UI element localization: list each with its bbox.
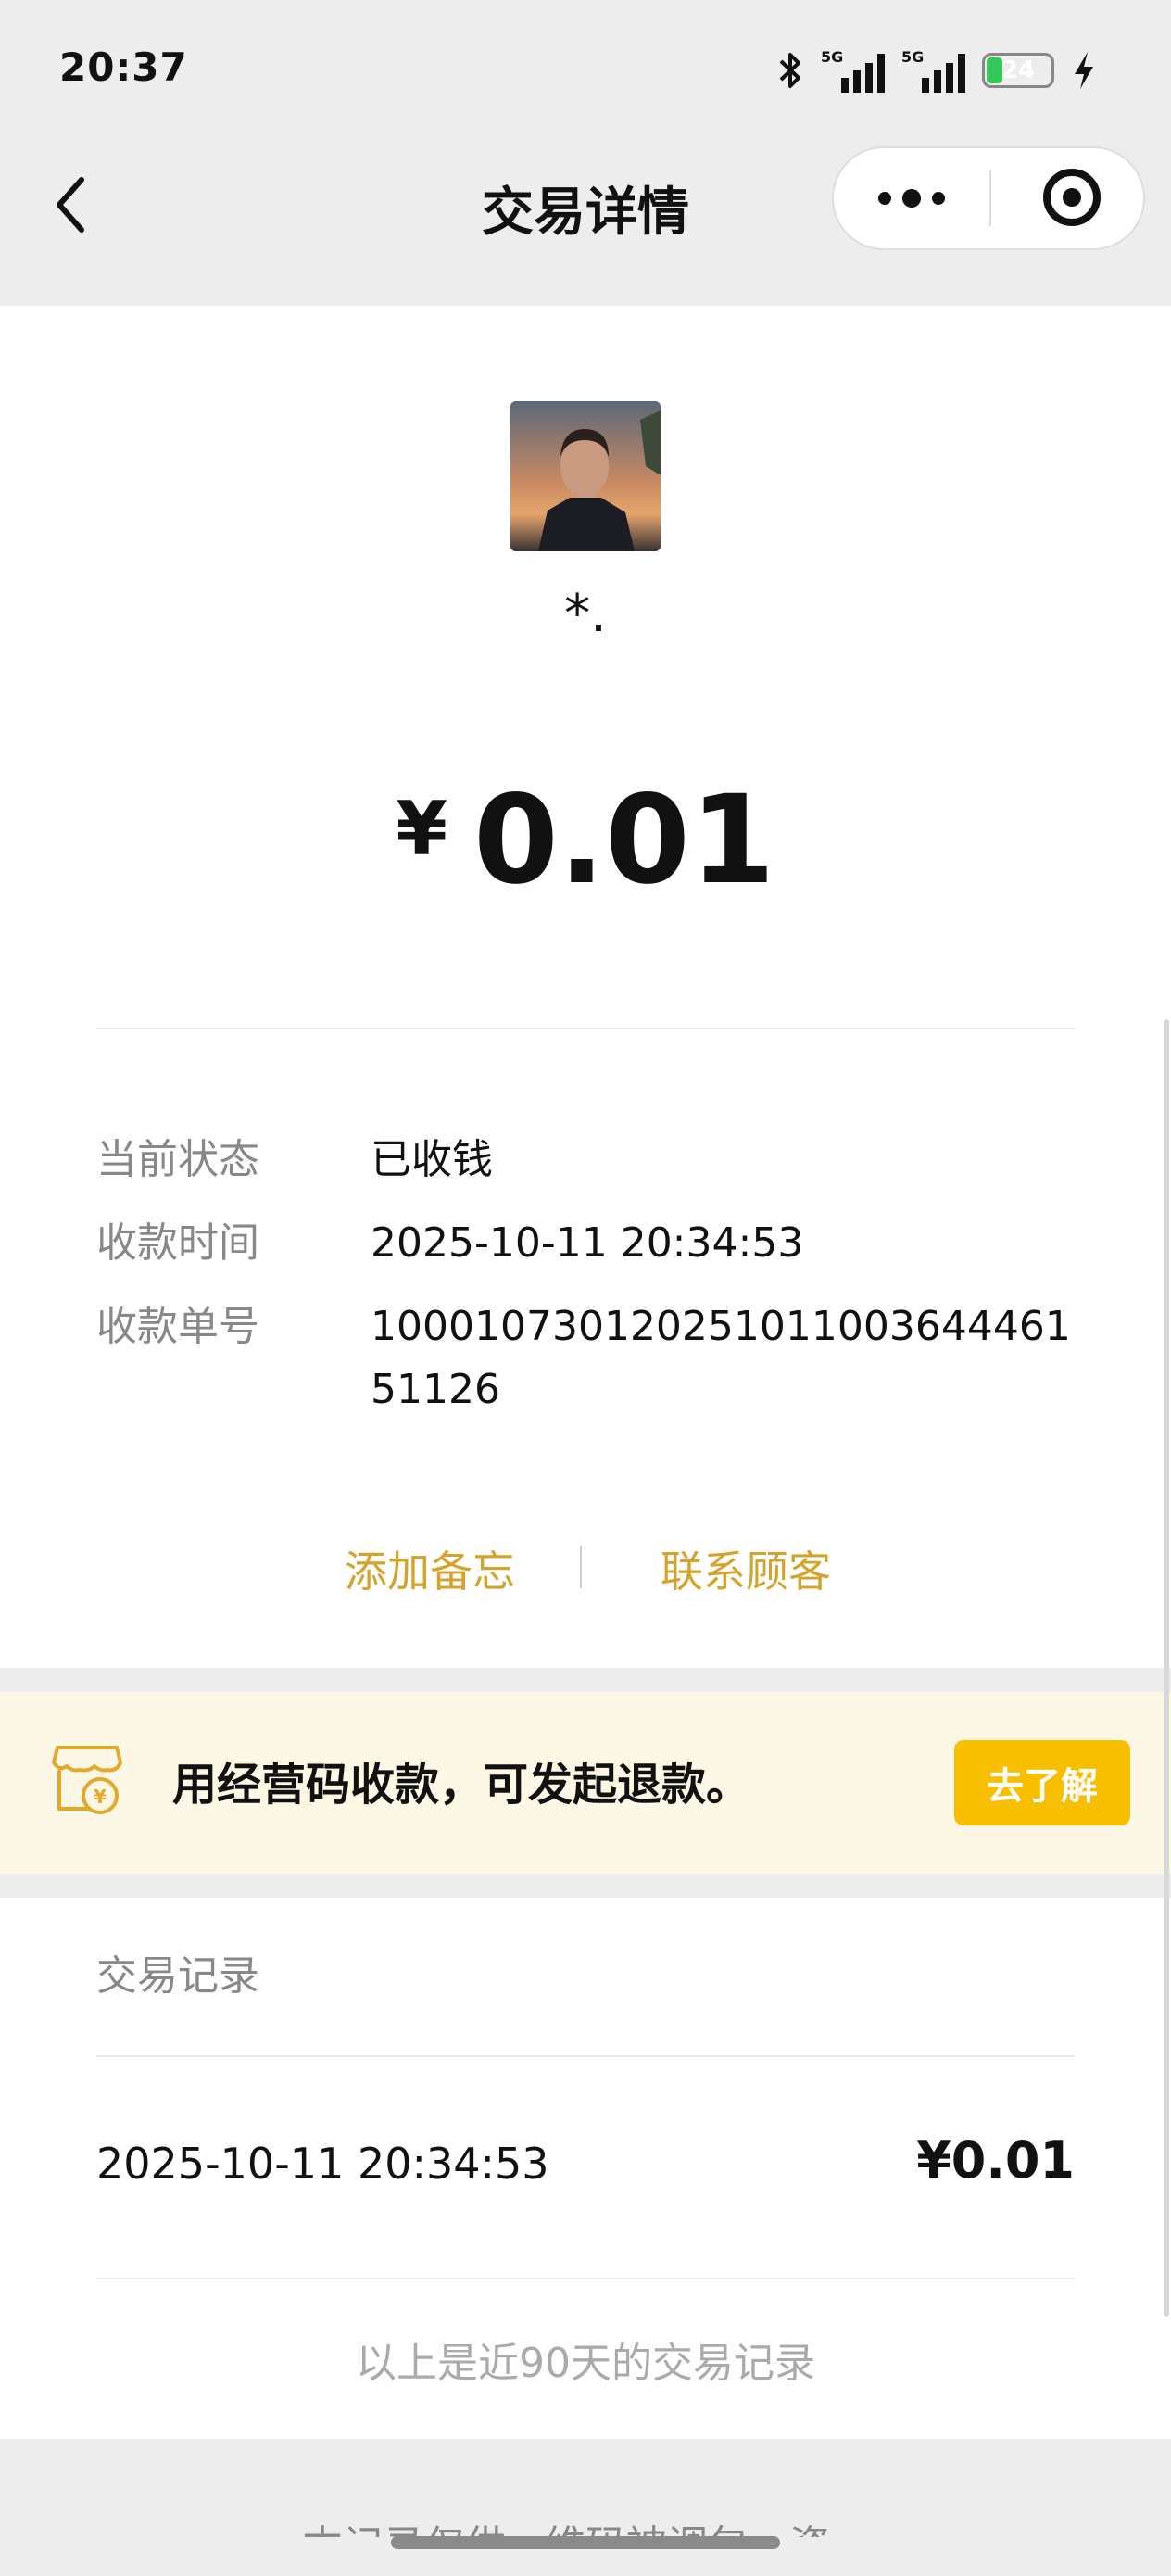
charging-icon	[1075, 52, 1093, 89]
payer-nickname: *.	[564, 584, 607, 644]
promo-text: 用经营码收款，可发起退款。	[172, 1759, 751, 1811]
learn-more-button[interactable]: 去了解	[954, 1740, 1130, 1825]
payment-time-label: 收款时间	[96, 1219, 259, 1267]
records-footer: 以上是近90天的交易记录	[356, 2340, 815, 2387]
order-number-value: 10001073012025101100364446151126	[371, 1303, 1071, 1413]
scrollbar[interactable]	[1164, 1019, 1169, 2317]
signal-icon: 5G	[821, 48, 885, 93]
battery-percent: 24	[1001, 57, 1036, 84]
records-title: 交易记录	[96, 1952, 259, 2000]
more-dots-icon[interactable]	[834, 148, 989, 248]
status-time: 20:37	[59, 44, 188, 90]
order-number-label: 收款单号	[96, 1303, 259, 1350]
transaction-records: 交易记录 2025-10-11 20:34:53 ¥0.01 以上是近90天的交…	[0, 1898, 1171, 2439]
target-circle-icon[interactable]	[1043, 169, 1101, 226]
divider	[96, 1028, 1075, 1029]
avatar	[510, 401, 661, 551]
status-icons: 5G 5G 24	[776, 44, 1097, 96]
status-label: 当前状态	[96, 1136, 259, 1183]
contact-customer-link[interactable]: 联系顾客	[661, 1538, 831, 1599]
network-label: 5G	[821, 48, 844, 66]
record-time: 2025-10-11 20:34:53	[96, 2139, 549, 2189]
status-bar: 20:37 5G 5G 24	[0, 0, 1171, 139]
amount-display: ¥0.01	[0, 769, 1171, 912]
transaction-card: *. ¥0.01 当前状态 已收钱 收款时间 2025-10-11 20:34:…	[0, 306, 1171, 1668]
refund-promo-banner: ¥ 用经营码收款，可发起退款。 去了解	[0, 1692, 1171, 1874]
bottom-notice-partial: 本记录仅供...维码被调包，资...	[0, 2509, 1171, 2537]
nav-bar: 交易详情	[0, 139, 1171, 306]
list-item[interactable]: 2025-10-11 20:34:53 ¥0.01	[96, 2131, 1075, 2205]
payment-time-value: 2025-10-11 20:34:53	[371, 1219, 804, 1267]
signal-icon: 5G	[901, 48, 965, 93]
currency-symbol: ¥	[396, 786, 447, 872]
divider	[96, 2278, 1075, 2279]
action-links: 添加备忘 联系顾客	[0, 1538, 1171, 1603]
svg-text:¥: ¥	[94, 1786, 107, 1808]
status-value: 已收钱	[371, 1136, 493, 1183]
bluetooth-icon	[779, 53, 800, 88]
action-separator	[580, 1546, 582, 1588]
battery-icon: 24	[982, 53, 1054, 88]
network-label: 5G	[901, 48, 925, 66]
capsule-divider	[989, 170, 991, 226]
home-indicator[interactable]	[391, 2536, 780, 2549]
add-note-link[interactable]: 添加备忘	[345, 1538, 515, 1599]
record-amount: ¥0.01	[916, 2131, 1075, 2190]
amount-value: 0.01	[472, 769, 775, 912]
miniprogram-capsule	[832, 146, 1145, 250]
divider	[96, 2055, 1075, 2057]
shop-yuan-icon: ¥	[52, 1746, 122, 1814]
page: 20:37 5G 5G 24 交易详情 *. ¥ 0.01 当前状态 已收钱 收…	[0, 0, 1171, 2576]
